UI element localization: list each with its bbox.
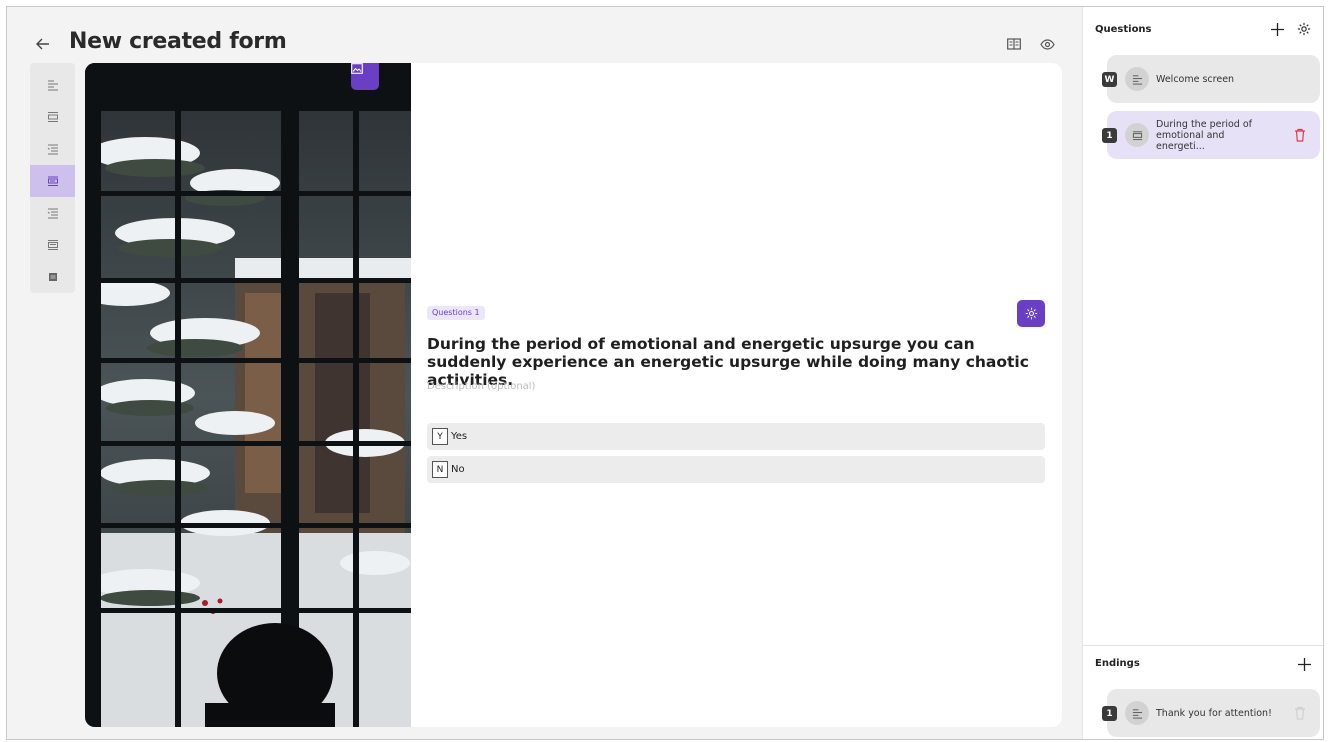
toolbar-list-button[interactable]: [30, 197, 75, 229]
toolbar-text-button[interactable]: [30, 69, 75, 101]
add-question-button[interactable]: [1268, 20, 1286, 38]
form-editor: New created form Questions 1 During the …: [7, 7, 1082, 739]
option-key: N: [432, 461, 448, 478]
text-icon: [1132, 74, 1142, 85]
type-circle: [1125, 123, 1149, 147]
plus-icon: [1297, 657, 1311, 671]
long-text-icon: [47, 240, 58, 250]
type-circle: [1125, 67, 1149, 91]
eye-icon: [1039, 38, 1055, 50]
snowy-window-photo: [85, 63, 411, 727]
short-text-icon: [1132, 130, 1142, 140]
ending-item-1[interactable]: 1 Thank you for attention!: [1102, 689, 1320, 737]
toolbar-title-block-button[interactable]: [30, 101, 75, 133]
toolbar-indent-list-button[interactable]: [30, 133, 75, 165]
question-tag: 1: [1102, 128, 1117, 143]
page-title: New created form: [69, 29, 287, 54]
option-no[interactable]: N No: [427, 456, 1045, 483]
image-button[interactable]: [351, 63, 379, 90]
toolbar-block-button[interactable]: [30, 261, 75, 293]
question-item-welcome[interactable]: W Welcome screen: [1102, 55, 1320, 103]
option-key: Y: [432, 428, 448, 445]
questions-sidebar: Questions W Welcome screen 1 During the …: [1082, 7, 1323, 739]
gear-icon: [1297, 22, 1311, 36]
ending-item-label: Thank you for attention!: [1156, 707, 1272, 719]
plus-icon: [1270, 22, 1284, 36]
question-tag: W: [1102, 72, 1117, 87]
short-text-icon: [47, 176, 58, 186]
book-icon: [1007, 38, 1021, 50]
book-button[interactable]: [1004, 35, 1024, 53]
indent-list-icon: [47, 144, 58, 155]
image-icon: [351, 63, 363, 74]
app-window: New created form Questions 1 During the …: [6, 6, 1324, 740]
description-input[interactable]: [427, 381, 727, 392]
block-icon: [48, 273, 57, 281]
question-image[interactable]: [85, 63, 411, 727]
question-item-label: During the period of emotional and energ…: [1156, 118, 1253, 152]
option-label: Yes: [451, 431, 468, 442]
endings-heading: Endings: [1095, 658, 1140, 669]
sidebar-divider: [1083, 645, 1323, 646]
toolbar-long-text-button[interactable]: [30, 229, 75, 261]
questions-settings-button[interactable]: [1295, 20, 1313, 38]
questions-heading: Questions: [1095, 24, 1152, 35]
block-toolbar: [30, 63, 75, 293]
question-content: Questions 1 During the period of emotion…: [427, 63, 1046, 727]
title-block-icon: [47, 112, 58, 122]
indent-list-icon: [47, 208, 58, 219]
question-item-1[interactable]: 1 During the period of emotional and ene…: [1102, 111, 1320, 159]
question-settings-button[interactable]: [1017, 300, 1045, 327]
toolbar-short-text-button[interactable]: [30, 165, 75, 197]
add-ending-button[interactable]: [1295, 655, 1313, 673]
trash-icon[interactable]: [1294, 706, 1306, 720]
gear-icon: [1025, 307, 1037, 320]
text-icon: [47, 80, 58, 91]
option-label: No: [451, 464, 465, 475]
question-item-label: Welcome screen: [1156, 73, 1235, 85]
option-yes[interactable]: Y Yes: [427, 423, 1045, 450]
trash-icon[interactable]: [1294, 128, 1306, 142]
question-badge: Questions 1: [427, 306, 485, 320]
arrow-left-icon: [36, 38, 49, 50]
preview-button[interactable]: [1037, 35, 1057, 53]
text-icon: [1132, 708, 1142, 719]
type-circle: [1125, 701, 1149, 725]
back-button[interactable]: [33, 34, 53, 54]
ending-tag: 1: [1102, 706, 1117, 721]
question-card: Questions 1 During the period of emotion…: [85, 63, 1062, 727]
